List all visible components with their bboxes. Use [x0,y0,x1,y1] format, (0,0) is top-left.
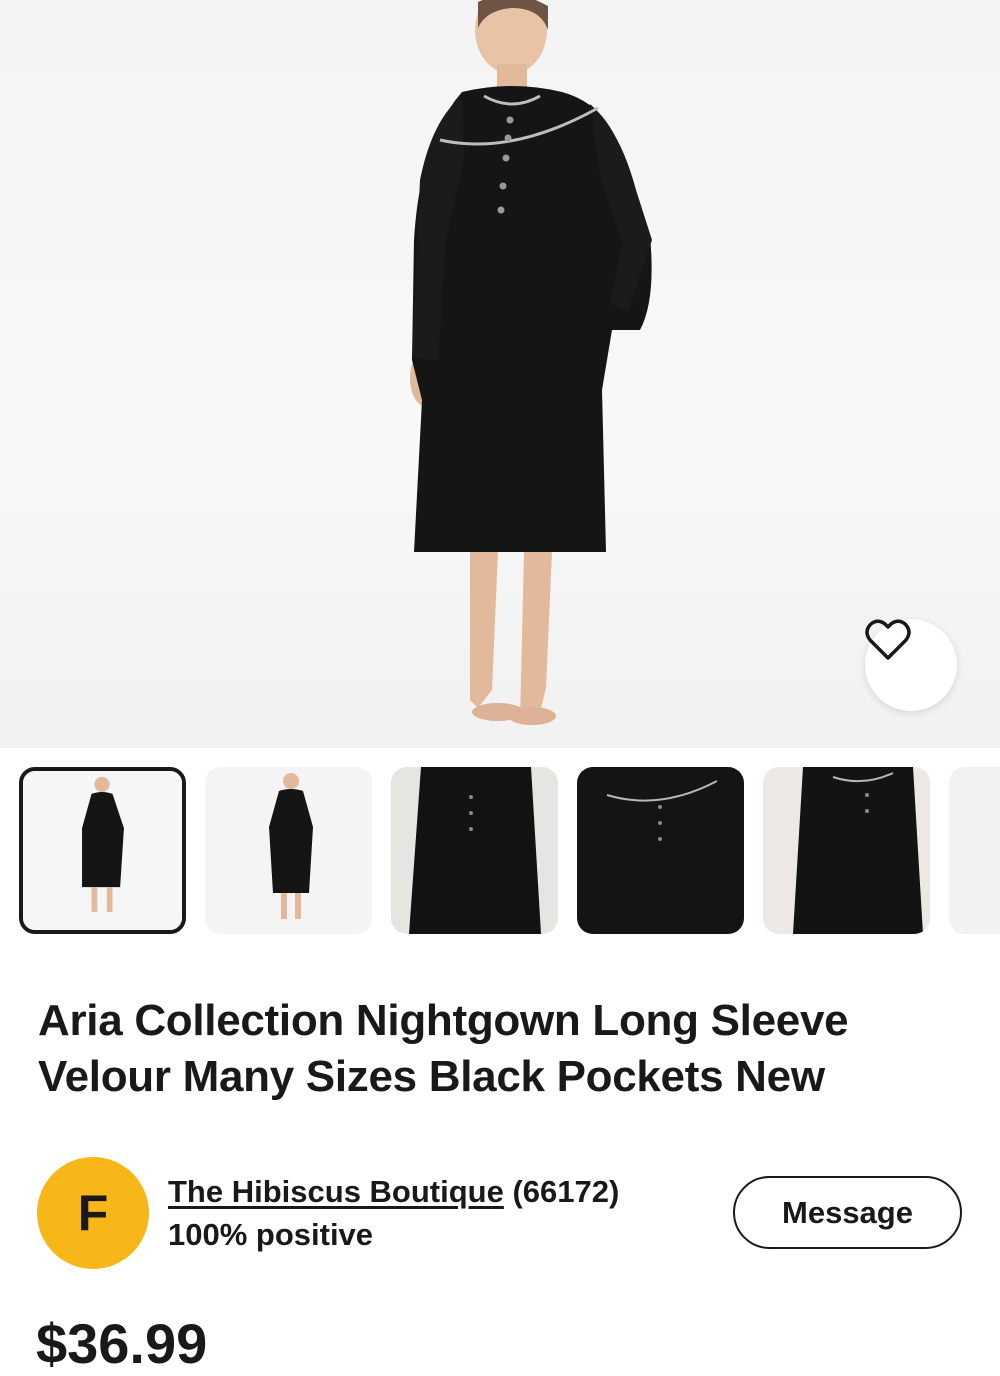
thumbnail-garment-hanging [391,767,558,934]
product-main-image[interactable] [0,0,1000,748]
seller-positive-rating: 100% positive [168,1217,374,1252]
thumbnail-garment-closeup [763,767,930,934]
thumbnail-5[interactable] [763,767,930,934]
seller-name-line: The Hibiscus Boutique (66172) [168,1170,688,1213]
thumbnail-strip[interactable] [0,748,1000,948]
thumbnail-model-side [205,767,372,934]
thumbnail-1[interactable] [19,767,186,934]
thumbnail-model-front [23,771,182,930]
add-to-watchlist-button[interactable] [865,619,957,711]
thumbnail-4[interactable] [577,767,744,934]
thumbnail-3[interactable] [391,767,558,934]
thumbnail-2[interactable] [205,767,372,934]
seller-feedback-count: (66172) [512,1174,620,1209]
seller-info: The Hibiscus Boutique (66172) 100% posit… [168,1170,688,1256]
product-title: Aria Collection Nightgown Long Sleeve Ve… [38,996,849,1101]
product-price: $36.99 [36,1312,208,1375]
thumbnail-partial [949,767,1000,934]
thumbnail-6[interactable] [949,767,1000,934]
model-photo [410,0,652,725]
message-seller-button[interactable]: Message [733,1176,962,1249]
seller-avatar[interactable]: F [37,1157,149,1269]
seller-name-link[interactable]: The Hibiscus Boutique [168,1174,504,1209]
heart-outline-icon [865,619,911,660]
thumbnail-garment-yoke [577,767,744,934]
